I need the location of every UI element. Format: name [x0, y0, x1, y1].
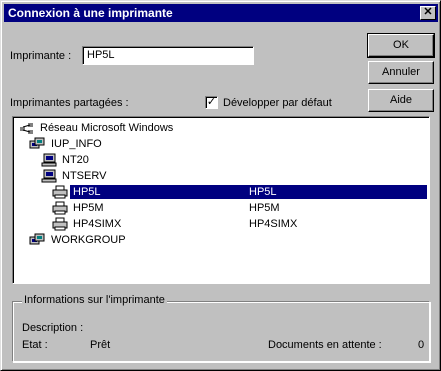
tree-item[interactable]: NTSERV	[62, 169, 106, 183]
expand-default-checkbox[interactable]: ✓	[205, 96, 218, 109]
tree-item-label: HP4SIMX	[73, 218, 122, 230]
tree-item[interactable]: HP5M	[73, 201, 104, 215]
ok-button[interactable]: OK	[367, 33, 435, 58]
computer-icon	[41, 153, 57, 167]
printer-icon	[52, 217, 68, 231]
domain-icon	[29, 137, 45, 149]
status-label: Etat :	[22, 339, 48, 351]
tree-item[interactable]: IUP_INFO	[51, 137, 102, 151]
help-button[interactable]: Aide	[368, 89, 434, 112]
tree-item[interactable]: HP4SIMX	[73, 217, 121, 231]
tree-item-label: HP5L	[73, 186, 101, 198]
window-title: Connexion à une imprimante	[8, 6, 173, 20]
printer-info-group-label: Informations sur l'imprimante	[22, 294, 167, 306]
printer-icon	[52, 201, 68, 215]
close-icon: ✕	[423, 6, 433, 18]
printer-input-value: HP5L	[87, 49, 115, 61]
tree-item[interactable]: WORKGROUP	[51, 233, 126, 247]
tree-item-label: NTSERV	[62, 170, 107, 182]
queue-value: 0	[418, 339, 425, 351]
description-label: Description :	[22, 322, 84, 334]
printer-input[interactable]: HP5L	[82, 46, 254, 65]
tree-item-label: IUP_INFO	[51, 138, 102, 150]
tree-item-detail: HP5M	[249, 202, 280, 214]
checkmark-icon: ✓	[206, 96, 217, 108]
tree-item-label: NT20	[62, 154, 89, 166]
shared-printers-label: Imprimantes partagées :	[10, 97, 129, 109]
cancel-button[interactable]: Annuler	[368, 61, 434, 84]
printer-info-group: Informations sur l'imprimante Descriptio…	[12, 294, 430, 362]
queue-label: Documents en attente :	[268, 339, 382, 351]
tree-item-detail: HP4SIMX	[249, 218, 298, 230]
tree-item[interactable]: Réseau Microsoft Windows	[40, 121, 173, 135]
expand-default-label[interactable]: Développer par défaut	[223, 97, 332, 109]
printer-label: Imprimante :	[10, 50, 72, 62]
domain-icon	[29, 233, 45, 245]
computer-icon	[41, 169, 57, 183]
tree-item[interactable]: NT20	[62, 153, 89, 167]
tree-item-label: HP5M	[73, 202, 104, 214]
status-value: Prêt	[90, 339, 111, 351]
dialog-window: Connexion à une imprimante ✕ Imprimante …	[0, 0, 441, 371]
shared-printers-tree[interactable]: Réseau Microsoft Windows IUP_INFO NT20 NTSE…	[12, 116, 430, 284]
close-button[interactable]: ✕	[420, 6, 436, 20]
network-icon	[20, 123, 33, 134]
tree-item-label: WORKGROUP	[51, 234, 126, 246]
tree-item-detail: HP5L	[249, 186, 277, 198]
printer-icon	[52, 185, 68, 199]
tree-item-label: Réseau Microsoft Windows	[40, 122, 174, 134]
title-bar[interactable]: Connexion à une imprimante ✕	[4, 4, 438, 22]
